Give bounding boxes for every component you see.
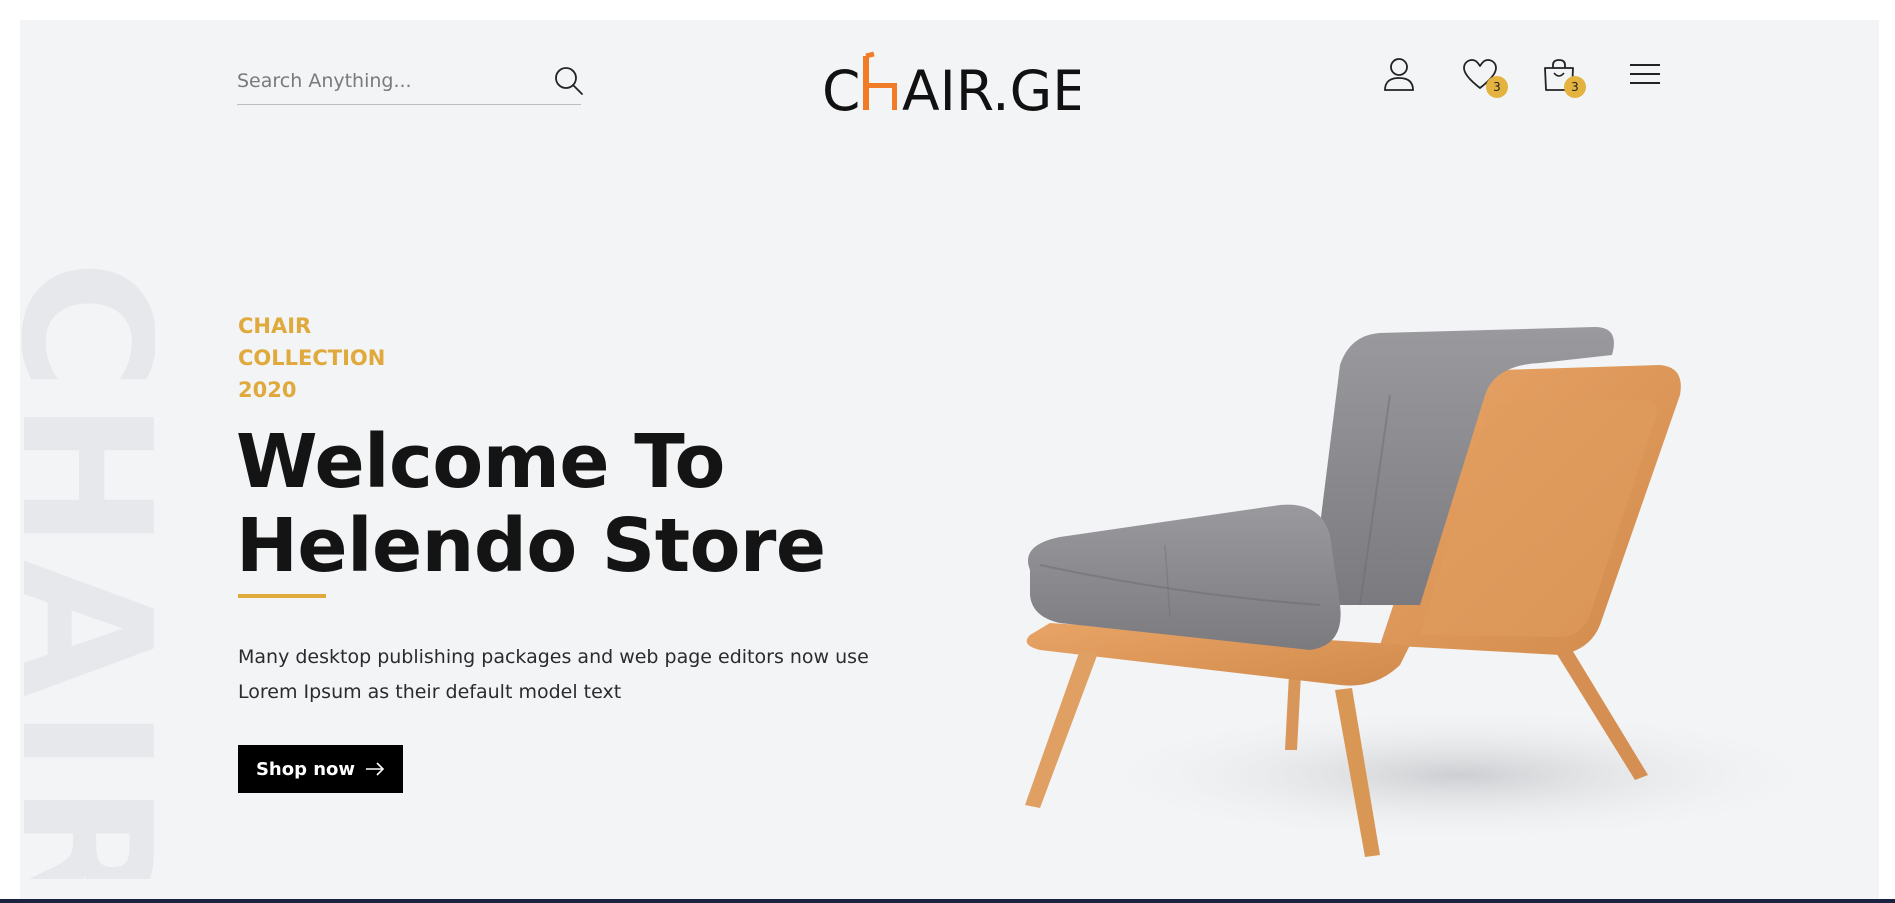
collection-eyebrow: CHAIR COLLECTION 2020 (238, 310, 538, 406)
hero-description: Many desktop publishing packages and web… (238, 640, 878, 710)
account-button[interactable] (1382, 56, 1416, 92)
cart-count-badge: 3 (1564, 76, 1586, 98)
eyebrow-line-2: COLLECTION (238, 346, 386, 370)
search-input[interactable] (237, 64, 527, 98)
eyebrow-line-3: 2020 (238, 378, 297, 402)
logo-prefix: C (822, 59, 860, 116)
eyebrow-line-1: CHAIR (238, 314, 312, 338)
hero-headline: Welcome To Helendo Store (236, 420, 936, 588)
logo-chair-letter (863, 51, 897, 110)
search-button[interactable] (553, 65, 585, 97)
headline-accent-line (238, 594, 326, 598)
cart-button[interactable]: 3 (1542, 58, 1598, 104)
bottom-edge-bar (0, 899, 1895, 903)
shop-now-button[interactable]: Shop now (238, 745, 403, 793)
headline-line-2: Helendo Store (236, 503, 826, 589)
search-icon (555, 67, 583, 95)
search-bar (237, 58, 583, 105)
vertical-watermark: CHAIR (20, 260, 155, 879)
hero-chair-image (1025, 327, 1840, 857)
wishlist-button[interactable]: 3 (1462, 58, 1518, 104)
shop-now-label: Shop now (255, 758, 356, 780)
hamburger-menu-icon (1630, 64, 1660, 84)
brand-logo[interactable]: C H AIR.GE (820, 36, 1087, 123)
page-frame: C H AIR.GE 3 3 (20, 20, 1879, 899)
arrow-right-icon (366, 762, 385, 776)
user-icon (1384, 58, 1414, 91)
description-line-1: Many desktop publishing packages and web… (238, 646, 869, 668)
description-line-2: Lorem Ipsum as their default model text (238, 681, 622, 703)
headline-line-1: Welcome To (236, 419, 725, 505)
menu-button[interactable] (1628, 60, 1662, 90)
watermark-text: CHAIR (20, 260, 155, 879)
logo-suffix: AIR.GE (902, 59, 1080, 116)
wishlist-count-badge: 3 (1486, 76, 1508, 98)
